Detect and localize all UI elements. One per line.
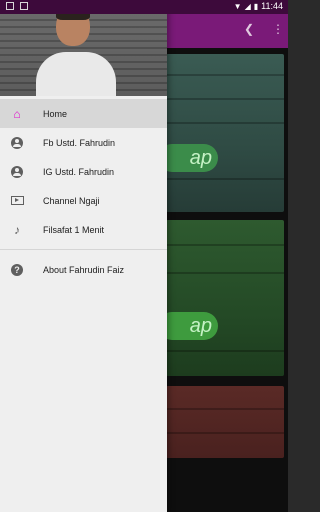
content-card[interactable]: ap xyxy=(166,220,284,376)
menu-item-about[interactable]: ? About Fahrudin Faiz xyxy=(0,255,167,284)
menu-item-label: IG Ustd. Fahrudin xyxy=(43,166,115,177)
wifi-icon: ▼ xyxy=(233,1,242,11)
menu-item-label: Filsafat 1 Menit xyxy=(43,224,105,235)
menu-item-home[interactable]: ⌂ Home xyxy=(0,99,167,128)
menu-item-label: About Fahrudin Faiz xyxy=(43,264,125,275)
content-card[interactable] xyxy=(166,386,284,458)
app-root: ❮ ⋮ ap ap ▼ ◢ ▮ 11:44 ⌂ Home Fb Ustd. Fa… xyxy=(0,0,288,512)
menu-divider xyxy=(0,249,167,250)
status-bar: ▼ ◢ ▮ 11:44 xyxy=(0,0,288,14)
card-badge: ap xyxy=(166,312,218,340)
home-icon: ⌂ xyxy=(13,106,21,121)
signal-icon: ◢ xyxy=(244,1,251,11)
profile-photo xyxy=(36,4,116,96)
help-icon: ? xyxy=(11,263,23,276)
account-circle-icon xyxy=(11,136,23,149)
menu-item-label: Home xyxy=(43,108,68,119)
battery-icon: ▮ xyxy=(253,1,259,11)
navigation-drawer: ⌂ Home Fb Ustd. Fahrudin IG Ustd. Fahrud… xyxy=(0,0,167,512)
content-card[interactable]: ap xyxy=(166,54,284,212)
menu-item-channel-ngaji[interactable]: Channel Ngaji xyxy=(0,186,167,215)
menu-item-ig[interactable]: IG Ustd. Fahrudin xyxy=(0,157,167,186)
video-play-icon xyxy=(10,196,24,205)
drawer-header-photo xyxy=(0,0,167,96)
menu-item-fb[interactable]: Fb Ustd. Fahrudin xyxy=(0,128,167,157)
account-circle-icon xyxy=(11,165,23,178)
a-icon xyxy=(20,2,28,10)
more-vert-icon[interactable]: ⋮ xyxy=(272,22,284,36)
menu-item-label: Fb Ustd. Fahrudin xyxy=(43,137,116,148)
menu-item-label: Channel Ngaji xyxy=(43,195,100,206)
gallery-icon xyxy=(6,2,14,10)
card-badge: ap xyxy=(166,144,218,172)
status-time: 11:44 xyxy=(261,1,283,11)
share-icon[interactable]: ❮ xyxy=(244,22,254,36)
music-note-icon: ♪ xyxy=(14,222,20,237)
drawer-menu: ⌂ Home Fb Ustd. Fahrudin IG Ustd. Fahrud… xyxy=(0,99,167,284)
menu-item-filsafat[interactable]: ♪ Filsafat 1 Menit xyxy=(0,215,167,244)
